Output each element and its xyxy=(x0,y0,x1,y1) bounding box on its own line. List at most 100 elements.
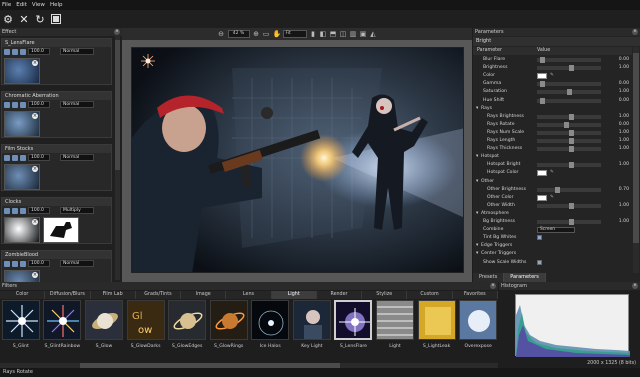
blend-mode-dropdown[interactable]: Normal xyxy=(60,48,94,55)
param-value[interactable]: 1.00 xyxy=(619,129,629,137)
param-value[interactable]: 1.00 xyxy=(619,137,629,145)
visibility-toggle-icon[interactable] xyxy=(4,260,10,267)
settings-gear-icon[interactable]: ⚙ xyxy=(2,13,14,26)
layer-options-icon[interactable] xyxy=(20,154,26,161)
opacity-field[interactable]: 100.0 xyxy=(28,101,50,108)
filter-item[interactable]: S_GlowEdges xyxy=(167,300,207,362)
layer-options-icon[interactable] xyxy=(20,101,26,108)
slider-handle[interactable] xyxy=(564,121,569,128)
filter-thumbnail[interactable] xyxy=(209,300,248,340)
param-value[interactable]: 1.00 xyxy=(619,64,629,72)
eyedropper-icon[interactable]: ✎ xyxy=(550,169,554,177)
slider-handle[interactable] xyxy=(569,138,574,144)
filter-thumbnail[interactable] xyxy=(43,300,82,340)
remove-icon[interactable]: × xyxy=(32,272,38,278)
tab-diffusion-blurs[interactable]: Diffusion/Blurs xyxy=(45,291,91,299)
param-value[interactable]: 1.00 xyxy=(619,202,629,210)
effect-thumbnail[interactable]: × xyxy=(4,217,40,243)
histogram-toggle-icon[interactable]: ◭ xyxy=(370,30,377,38)
zoom-out-icon[interactable]: ⊖ xyxy=(218,30,225,38)
color-swatch[interactable] xyxy=(537,170,547,177)
view-split-horizontal-icon[interactable]: ⬒ xyxy=(330,30,337,38)
param-checkbox[interactable] xyxy=(537,259,542,265)
remove-icon[interactable]: × xyxy=(32,113,38,119)
param-value[interactable]: 0.00 xyxy=(619,121,629,129)
menu-file[interactable]: File xyxy=(2,2,11,8)
slider-handle[interactable] xyxy=(569,113,574,120)
param-slider[interactable] xyxy=(537,219,601,225)
effect-thumbnail[interactable]: × xyxy=(4,58,40,84)
mask-toggle-icon[interactable] xyxy=(12,207,18,214)
tab-parameters[interactable]: Parameters xyxy=(504,273,546,282)
blend-mode-dropdown[interactable]: Multiply xyxy=(60,207,94,214)
param-value[interactable]: 0.00 xyxy=(619,80,629,88)
param-value[interactable]: 0.70 xyxy=(619,186,629,194)
layer-options-icon[interactable] xyxy=(20,260,26,267)
visibility-toggle-icon[interactable] xyxy=(4,48,10,55)
view-fullscreen-icon[interactable]: ▣ xyxy=(360,30,367,38)
slider-handle[interactable] xyxy=(567,89,572,96)
parameters-scrollbar[interactable] xyxy=(633,47,639,273)
effect-scrollbar[interactable] xyxy=(115,36,120,280)
close-icon[interactable]: × xyxy=(632,29,638,35)
slider-handle[interactable] xyxy=(569,129,574,136)
filter-thumbnail[interactable]: Gl ow xyxy=(126,300,165,340)
param-value[interactable]: 1.00 xyxy=(619,113,629,121)
collapse-arrow-icon[interactable]: ▾ xyxy=(476,250,478,258)
effect-card[interactable]: ZombieBlood 100.0 Normal × xyxy=(1,250,112,282)
mask-toggle-icon[interactable] xyxy=(12,48,18,55)
color-swatch[interactable] xyxy=(537,194,547,201)
collapse-arrow-icon[interactable]: ▾ xyxy=(476,105,478,113)
opacity-field[interactable]: 100.0 xyxy=(28,48,50,55)
param-value[interactable]: 0.00 xyxy=(619,56,629,64)
view-split-vertical-icon[interactable]: ◧ xyxy=(320,30,327,38)
effect-card-title[interactable]: Film Stocks xyxy=(2,145,111,153)
filter-thumbnail[interactable] xyxy=(292,300,331,340)
filter-item[interactable]: S_GlowRings xyxy=(209,300,249,362)
menu-view[interactable]: View xyxy=(32,2,45,8)
slider-handle[interactable] xyxy=(569,65,574,72)
blend-mode-dropdown[interactable]: Normal xyxy=(60,154,94,161)
view-side-by-side-icon[interactable]: ◫ xyxy=(340,30,347,38)
param-slider[interactable] xyxy=(537,81,601,88)
slider-handle[interactable] xyxy=(540,97,545,104)
slider-handle[interactable] xyxy=(540,57,545,63)
close-icon[interactable]: × xyxy=(114,29,120,35)
visibility-toggle-icon[interactable] xyxy=(4,207,10,214)
filter-item[interactable]: Ice Halos xyxy=(250,300,290,362)
tab-color[interactable]: Color xyxy=(0,291,46,299)
param-value[interactable]: 1.00 xyxy=(619,218,629,226)
effect-card-title[interactable]: ZombieBlood xyxy=(2,251,111,259)
param-slider[interactable] xyxy=(537,202,601,209)
filter-thumbnail[interactable] xyxy=(168,300,207,340)
tab-stylize[interactable]: Stylize xyxy=(362,291,408,299)
reset-refresh-icon[interactable]: ↻ xyxy=(34,13,46,26)
filter-item[interactable]: S_GlintRainbow xyxy=(43,300,83,362)
view-single-icon[interactable]: ▮ xyxy=(310,30,317,38)
effect-card-title[interactable]: S_LensFlare xyxy=(2,39,111,47)
effect-card-title[interactable]: Chromatic Aberration xyxy=(2,92,111,100)
param-value[interactable]: 1.00 xyxy=(619,145,629,153)
fit-dropdown[interactable]: Fit xyxy=(282,30,307,38)
close-icon[interactable]: × xyxy=(632,283,638,289)
param-value[interactable]: 1.00 xyxy=(619,88,629,96)
mask-thumbnail[interactable] xyxy=(43,217,79,243)
param-slider[interactable] xyxy=(537,162,601,169)
opacity-field[interactable]: 100.0 xyxy=(28,260,50,267)
tab-lens[interactable]: Lens xyxy=(226,291,272,299)
param-slider[interactable] xyxy=(537,146,601,153)
filter-thumbnail[interactable] xyxy=(459,300,498,340)
view-compare-icon[interactable]: ▥ xyxy=(350,30,357,38)
filter-item[interactable]: S_LensFlare xyxy=(334,300,374,362)
hand-tool-icon[interactable]: ✋ xyxy=(273,30,282,38)
preview-image[interactable] xyxy=(131,47,464,273)
param-slider[interactable] xyxy=(537,121,601,128)
slider-handle[interactable] xyxy=(569,162,574,169)
effect-card[interactable]: Chromatic Aberration 100.0 Normal × xyxy=(1,91,112,138)
remove-icon[interactable]: × xyxy=(32,166,38,172)
filter-thumbnail[interactable] xyxy=(334,300,373,340)
filter-item[interactable]: S_Glint xyxy=(1,300,41,362)
filter-item[interactable]: Key Light xyxy=(292,300,332,362)
eyedropper-icon[interactable]: ✎ xyxy=(550,194,554,202)
effect-card-title[interactable]: Clocks xyxy=(2,198,111,206)
